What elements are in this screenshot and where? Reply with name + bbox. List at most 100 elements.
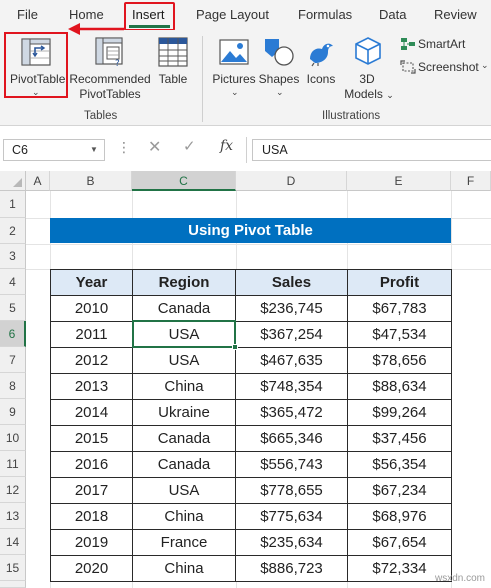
header-region[interactable]: Region xyxy=(132,269,236,296)
screenshot-button[interactable]: Screenshot ⌄ xyxy=(398,57,491,77)
column-header-a[interactable]: A xyxy=(26,171,50,191)
cell-region-selected[interactable]: USA xyxy=(132,321,236,348)
column-header-b[interactable]: B xyxy=(50,171,132,191)
cell-profit[interactable]: $37,456 xyxy=(347,425,452,452)
header-year[interactable]: Year xyxy=(50,269,133,296)
cell-sales[interactable]: $365,472 xyxy=(235,399,348,426)
row-header-9[interactable]: 9 xyxy=(0,399,26,425)
cell-year[interactable]: 2014 xyxy=(50,399,133,426)
insert-tab-highlight-box xyxy=(124,2,175,31)
pictures-button[interactable]: Pictures ⌄ xyxy=(210,33,258,105)
row-header-11[interactable]: 11 xyxy=(0,451,26,477)
enter-check-icon[interactable]: ✓ xyxy=(183,137,196,155)
cell-sales[interactable]: $235,634 xyxy=(235,529,348,556)
recommended-pivot-tables-button[interactable]: ? Recommended PivotTables xyxy=(68,33,152,105)
cell-sales[interactable]: $748,354 xyxy=(235,373,348,400)
tab-file[interactable]: File xyxy=(17,7,38,22)
table-row: 2019 France $235,634 $67,654 xyxy=(50,529,452,556)
shapes-label: Shapes xyxy=(258,72,300,86)
cell-profit[interactable]: $67,654 xyxy=(347,529,452,556)
cell-sales[interactable]: $236,745 xyxy=(235,295,348,322)
icons-label: Icons xyxy=(306,72,336,86)
column-header-d[interactable]: D xyxy=(236,171,347,191)
cell-sales[interactable]: $886,723 xyxy=(235,555,348,582)
table-row: 2018 China $775,634 $68,976 xyxy=(50,503,452,530)
row-header-2[interactable]: 2 xyxy=(0,218,26,244)
cell-year[interactable]: 2010 xyxy=(50,295,133,322)
cell-year[interactable]: 2013 xyxy=(50,373,133,400)
cell-region[interactable]: China xyxy=(132,503,236,530)
row-header-4[interactable]: 4 xyxy=(0,269,26,295)
cell-profit[interactable]: $47,534 xyxy=(347,321,452,348)
cell-region[interactable]: France xyxy=(132,529,236,556)
row-header-14[interactable]: 14 xyxy=(0,529,26,555)
cell-region[interactable]: USA xyxy=(132,477,236,504)
cell-profit[interactable]: $99,264 xyxy=(347,399,452,426)
cell-sales[interactable]: $665,346 xyxy=(235,425,348,452)
tab-home[interactable]: Home xyxy=(69,7,104,22)
cell-region[interactable]: Ukraine xyxy=(132,399,236,426)
formula-bar: C6 ▼ ⋮ ✕ ✓ fx USA xyxy=(0,127,491,171)
icons-button[interactable]: Icons xyxy=(302,33,340,93)
models-label: Models ⌄ xyxy=(343,87,395,103)
row-header-10[interactable]: 10 xyxy=(0,425,26,451)
cell-year[interactable]: 2020 xyxy=(50,555,133,582)
row-header-7[interactable]: 7 xyxy=(0,347,26,373)
cell-profit[interactable]: $78,656 xyxy=(347,347,452,374)
cell-sales[interactable]: $778,655 xyxy=(235,477,348,504)
row-header-15[interactable]: 15 xyxy=(0,555,26,581)
chevron-down-icon[interactable]: ▼ xyxy=(90,145,98,154)
column-header-f[interactable]: F xyxy=(451,171,491,191)
table-row: 2014 Ukraine $365,472 $99,264 xyxy=(50,399,452,426)
insert-function-icon[interactable]: fx xyxy=(220,138,233,154)
cell-year[interactable]: 2018 xyxy=(50,503,133,530)
tab-data[interactable]: Data xyxy=(379,7,406,22)
cell-profit[interactable]: $67,234 xyxy=(347,477,452,504)
row-header-3[interactable]: 3 xyxy=(0,244,26,269)
shapes-button[interactable]: Shapes ⌄ xyxy=(258,33,300,105)
cell-year[interactable]: 2011 xyxy=(50,321,133,348)
cell-region[interactable]: China xyxy=(132,555,236,582)
chevron-down-icon: ⌄ xyxy=(481,60,489,70)
tab-formulas[interactable]: Formulas xyxy=(298,7,352,22)
cancel-icon[interactable]: ✕ xyxy=(148,137,161,157)
models-label-text: Models xyxy=(344,87,383,101)
cell-year[interactable]: 2019 xyxy=(50,529,133,556)
row-header-5[interactable]: 5 xyxy=(0,295,26,321)
cell-profit[interactable]: $56,354 xyxy=(347,451,452,478)
row-header-8[interactable]: 8 xyxy=(0,373,26,399)
cell-region[interactable]: China xyxy=(132,373,236,400)
select-all-corner[interactable] xyxy=(0,171,26,191)
cell-region[interactable]: USA xyxy=(132,347,236,374)
row-header-13[interactable]: 13 xyxy=(0,503,26,529)
cell-sales[interactable]: $367,254 xyxy=(235,321,348,348)
table-header-row: Year Region Sales Profit xyxy=(50,269,452,296)
formula-input[interactable]: USA xyxy=(252,139,491,161)
cell-profit[interactable]: $67,783 xyxy=(347,295,452,322)
header-profit[interactable]: Profit xyxy=(347,269,452,296)
column-header-c[interactable]: C xyxy=(132,171,236,191)
header-sales[interactable]: Sales xyxy=(235,269,348,296)
cell-profit[interactable]: $88,634 xyxy=(347,373,452,400)
tab-page-layout[interactable]: Page Layout xyxy=(196,7,269,22)
cell-year[interactable]: 2017 xyxy=(50,477,133,504)
cell-profit[interactable]: $68,976 xyxy=(347,503,452,530)
row-header-1[interactable]: 1 xyxy=(0,191,26,218)
cell-year[interactable]: 2015 xyxy=(50,425,133,452)
column-header-e[interactable]: E xyxy=(347,171,451,191)
cell-year[interactable]: 2012 xyxy=(50,347,133,374)
3d-models-button[interactable]: 3D Models ⌄ xyxy=(341,33,395,105)
row-header-16[interactable]: 16 xyxy=(0,581,26,588)
cell-sales[interactable]: $775,634 xyxy=(235,503,348,530)
row-header-6[interactable]: 6 xyxy=(0,321,26,347)
cell-region[interactable]: Canada xyxy=(132,425,236,452)
tab-review[interactable]: Review xyxy=(434,7,477,22)
cell-year[interactable]: 2016 xyxy=(50,451,133,478)
cell-sales[interactable]: $556,743 xyxy=(235,451,348,478)
table-button[interactable]: Table xyxy=(153,33,193,93)
smartart-button[interactable]: SmartArt xyxy=(398,35,490,55)
cell-region[interactable]: Canada xyxy=(132,451,236,478)
cell-sales[interactable]: $467,635 xyxy=(235,347,348,374)
cell-region[interactable]: Canada xyxy=(132,295,236,322)
row-header-12[interactable]: 12 xyxy=(0,477,26,503)
